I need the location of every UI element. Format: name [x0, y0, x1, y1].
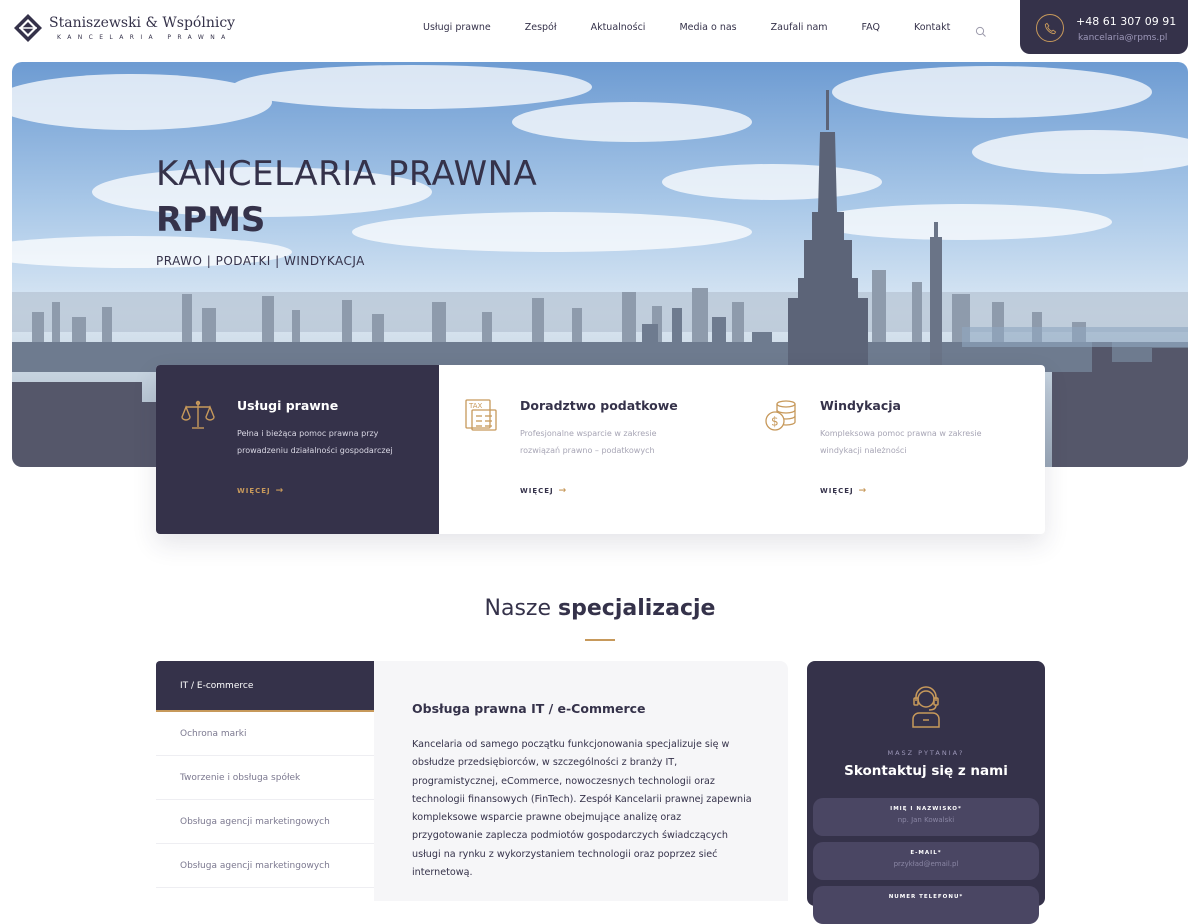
section-title-light: Nasze [484, 596, 552, 621]
hero-title-line2: RPMS [156, 200, 266, 240]
name-input[interactable] [826, 816, 1026, 824]
form-title: Skontaktuj się z nami [844, 763, 1008, 779]
tab-ochrona-marki[interactable]: Ochrona marki [156, 712, 374, 756]
arrow-right-icon: → [858, 486, 868, 496]
section-title-bold: specjalizacje [558, 596, 716, 621]
section-title: Nasze specjalizacje [0, 596, 1200, 621]
phone-field: NUMER TELEFONU* [813, 886, 1039, 924]
arrow-right-icon: → [275, 486, 285, 496]
phone-icon[interactable] [1036, 14, 1064, 42]
nav-zespol[interactable]: Zespół [525, 22, 557, 33]
service-title: Windykacja [820, 398, 901, 413]
nav-zaufali-nam[interactable]: Zaufali nam [771, 22, 828, 33]
header-contact-box: +48 61 307 09 91 kancelaria@rpms.pl [1020, 0, 1188, 54]
hero-subtitle: PRAWO | PODATKI | WINDYKACJA [156, 254, 365, 268]
scales-icon [180, 397, 216, 433]
tax-document-icon: TAX [463, 397, 499, 433]
site-header: Staniszewski & Wspólnicy KANCELARIA PRAW… [0, 0, 1200, 60]
phone-input[interactable] [826, 904, 1026, 912]
logo-name: Staniszewski & Wspólnicy [49, 15, 236, 31]
logo[interactable]: Staniszewski & Wspólnicy KANCELARIA PRAW… [13, 13, 235, 43]
service-description: Profesjonalne wsparcie w zakresie rozwią… [520, 429, 657, 455]
content-title: Obsługa prawna IT / e-Commerce [412, 701, 646, 716]
svg-text:$: $ [771, 415, 779, 429]
specialization-content: Obsługa prawna IT / e-Commerce Kancelari… [374, 661, 788, 901]
nav-uslugi-prawne[interactable]: Usługi prawne [423, 22, 491, 33]
form-kicker: MASZ PYTANIA? [887, 749, 965, 757]
service-title: Usługi prawne [237, 398, 339, 413]
more-label: WIĘCEJ [820, 487, 854, 495]
tab-agencje-marketingowe[interactable]: Obsługa agencji marketingowych [156, 800, 374, 844]
search-icon[interactable] [975, 23, 987, 37]
phone-field-label: NUMER TELEFONU* [888, 894, 964, 900]
contact-form: MASZ PYTANIA? Skontaktuj się z nami IMIĘ… [807, 661, 1045, 924]
header-phone[interactable]: +48 61 307 09 91 [1076, 15, 1176, 28]
service-card-doradztwo-podatkowe[interactable]: TAX Doradztwo podatkowe Profesjonalne ws… [439, 365, 739, 534]
main-nav: Usługi prawne Zespół Aktualności Media o… [406, 22, 967, 33]
svg-text:TAX: TAX [468, 402, 483, 410]
service-more-link[interactable]: WIĘCEJ → [820, 486, 867, 496]
hero-title-line1: KANCELARIA PRAWNA [156, 154, 538, 194]
nav-media-o-nas[interactable]: Media o nas [679, 22, 736, 33]
service-title: Doradztwo podatkowe [520, 398, 678, 413]
email-field-label: E-MAIL* [910, 850, 942, 856]
name-field: IMIĘ I NAZWISKO* [813, 798, 1039, 836]
section-title-underline [585, 639, 615, 641]
support-headset-icon [907, 685, 945, 729]
content-body: Kancelaria od samego początku funkcjonow… [412, 739, 752, 879]
logo-subtitle: KANCELARIA PRAWNA [57, 34, 232, 41]
service-more-link[interactable]: WIĘCEJ → [237, 486, 284, 496]
service-description: Pełna i bieżąca pomoc prawna przy prowad… [237, 429, 393, 455]
tab-it-ecommerce[interactable]: IT / E-commerce [156, 661, 374, 712]
nav-aktualnosci[interactable]: Aktualności [591, 22, 646, 33]
more-label: WIĘCEJ [520, 487, 554, 495]
nav-faq[interactable]: FAQ [862, 22, 880, 33]
service-description: Kompleksowa pomoc prawna w zakresie wind… [820, 429, 982, 455]
nav-kontakt[interactable]: Kontakt [914, 22, 950, 33]
email-field: E-MAIL* [813, 842, 1039, 880]
arrow-right-icon: → [558, 486, 568, 496]
tab-agencje-marketingowe-2[interactable]: Obsługa agencji marketingowych [156, 844, 374, 888]
service-card-windykacja[interactable]: $ Windykacja Kompleksowa pomoc prawna w … [739, 365, 1039, 534]
tab-tworzenie-spolek[interactable]: Tworzenie i obsługa spółek [156, 756, 374, 800]
email-input[interactable] [826, 860, 1026, 868]
specialization-tabs: IT / E-commerce Ochrona marki Tworzenie … [156, 661, 374, 901]
service-card-uslugi-prawne[interactable]: Usługi prawne Pełna i bieżąca pomoc praw… [156, 365, 439, 534]
more-label: WIĘCEJ [237, 487, 271, 495]
service-more-link[interactable]: WIĘCEJ → [520, 486, 567, 496]
header-email[interactable]: kancelaria@rpms.pl [1078, 33, 1167, 43]
coins-icon: $ [763, 397, 799, 433]
diamond-logo-icon [13, 13, 43, 43]
service-cards: Usługi prawne Pełna i bieżąca pomoc praw… [156, 365, 1045, 534]
name-field-label: IMIĘ I NAZWISKO* [890, 806, 962, 812]
